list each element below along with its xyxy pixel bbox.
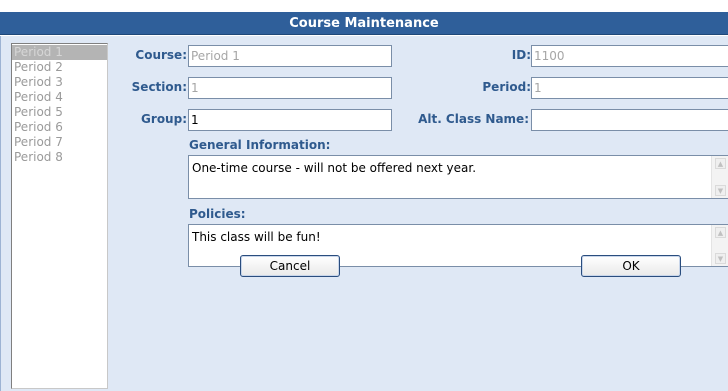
scroll-up-icon[interactable]: ▲ [715,158,726,169]
policies-scrollbar[interactable]: ▲ ▼ [711,225,728,266]
scroll-down-icon[interactable]: ▼ [715,185,726,196]
period-list-item[interactable]: Period 3 [12,75,107,90]
period-list-item[interactable]: Period 1 [12,45,107,60]
id-label: ID: [511,48,531,62]
general-information-scrollbar[interactable]: ▲ ▼ [711,156,728,198]
group-label: Group: [141,112,187,126]
policies-label: Policies: [189,207,246,221]
general-information-textarea[interactable]: One-time course - will not be offered ne… [188,155,728,199]
course-field[interactable]: Period 1 [188,45,392,67]
course-label: Course: [135,48,187,62]
alt-class-name-field[interactable] [531,109,728,131]
period-list[interactable]: Period 1 Period 2 Period 3 Period 4 Peri… [11,43,108,389]
cancel-button[interactable]: Cancel [240,255,340,277]
general-information-text: One-time course - will not be offered ne… [192,161,477,175]
period-list-item[interactable]: Period 6 [12,120,107,135]
policies-text: This class will be fun! [192,230,321,244]
scroll-down-icon[interactable]: ▼ [715,253,726,264]
dialog-title-bar: Course Maintenance [0,12,728,35]
course-maintenance-dialog: Period 1 Period 2 Period 3 Period 4 Peri… [0,36,728,391]
period-field[interactable]: 1 [531,77,728,99]
general-information-label: General Information: [189,138,331,152]
period-list-item[interactable]: Period 8 [12,150,107,165]
group-field[interactable]: 1 [188,109,392,131]
period-list-item[interactable]: Period 5 [12,105,107,120]
ok-button[interactable]: OK [581,255,681,277]
alt-class-name-label: Alt. Class Name: [418,112,529,126]
dialog-title: Course Maintenance [289,16,439,31]
section-label: Section: [131,80,187,94]
period-list-item[interactable]: Period 7 [12,135,107,150]
period-label: Period: [482,80,531,94]
id-field[interactable]: 1100 [531,45,728,67]
scroll-up-icon[interactable]: ▲ [715,227,726,238]
period-list-item[interactable]: Period 4 [12,90,107,105]
period-list-item[interactable]: Period 2 [12,60,107,75]
section-field[interactable]: 1 [188,77,392,99]
